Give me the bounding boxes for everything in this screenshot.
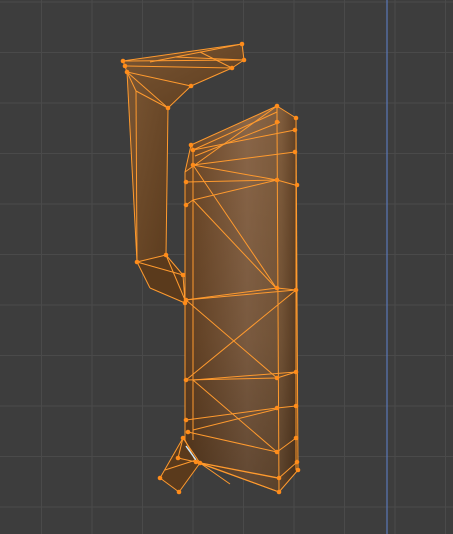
mesh-vertex[interactable] [188, 142, 194, 148]
mesh-vertex[interactable] [293, 403, 299, 409]
mesh-vertex[interactable] [183, 377, 189, 383]
mesh-vertex[interactable] [274, 285, 280, 291]
mesh-vertex[interactable] [274, 177, 280, 183]
mesh-vertex[interactable] [183, 179, 189, 185]
mesh-vertex[interactable] [274, 103, 280, 109]
mesh-vertex[interactable] [163, 252, 169, 258]
mesh-vertex[interactable] [293, 435, 299, 441]
mesh-vertex[interactable] [180, 435, 186, 441]
mesh-vertex[interactable] [180, 272, 186, 278]
mesh-vertex[interactable] [292, 127, 298, 133]
mesh-vertex[interactable] [176, 489, 182, 495]
mesh-vertex[interactable] [165, 105, 171, 111]
mesh-vertex[interactable] [124, 69, 130, 75]
mesh-vertex[interactable] [293, 287, 299, 293]
mesh-vertex[interactable] [293, 369, 299, 375]
mesh-vertex[interactable] [188, 83, 194, 89]
mesh-vertex[interactable] [134, 259, 140, 265]
mesh-vertex[interactable] [193, 459, 199, 465]
mesh-vertex[interactable] [197, 460, 203, 466]
mesh-vertex[interactable] [190, 162, 196, 168]
mesh-vertex[interactable] [241, 57, 247, 63]
mesh-vertex[interactable] [183, 417, 189, 423]
3d-viewport[interactable] [0, 0, 453, 534]
mesh-vertex[interactable] [294, 182, 300, 188]
mesh-vertex[interactable] [183, 202, 189, 208]
mesh-vertex[interactable] [274, 405, 280, 411]
mesh-vertex[interactable] [122, 63, 128, 69]
mesh-vertex[interactable] [274, 449, 280, 455]
mesh-vertex[interactable] [276, 475, 282, 481]
viewport-scene[interactable] [0, 0, 453, 534]
mesh-vertex[interactable] [294, 459, 300, 465]
mesh-vertex[interactable] [120, 58, 126, 64]
mesh-vertex[interactable] [274, 375, 280, 381]
mesh-vertex[interactable] [157, 475, 163, 481]
mesh-vertex[interactable] [274, 119, 280, 125]
mesh-faces [123, 44, 298, 492]
mesh-vertex[interactable] [229, 65, 235, 71]
mesh-vertex[interactable] [183, 297, 189, 303]
mesh-vertex[interactable] [239, 41, 245, 47]
mesh-vertex[interactable] [185, 429, 191, 435]
mesh-vertex[interactable] [292, 149, 298, 155]
mesh-vertex[interactable] [293, 115, 299, 121]
mesh-vertex[interactable] [175, 455, 181, 461]
mesh-vertex[interactable] [295, 467, 301, 473]
mesh-vertex[interactable] [276, 489, 282, 495]
mesh-vertex[interactable] [190, 147, 196, 153]
